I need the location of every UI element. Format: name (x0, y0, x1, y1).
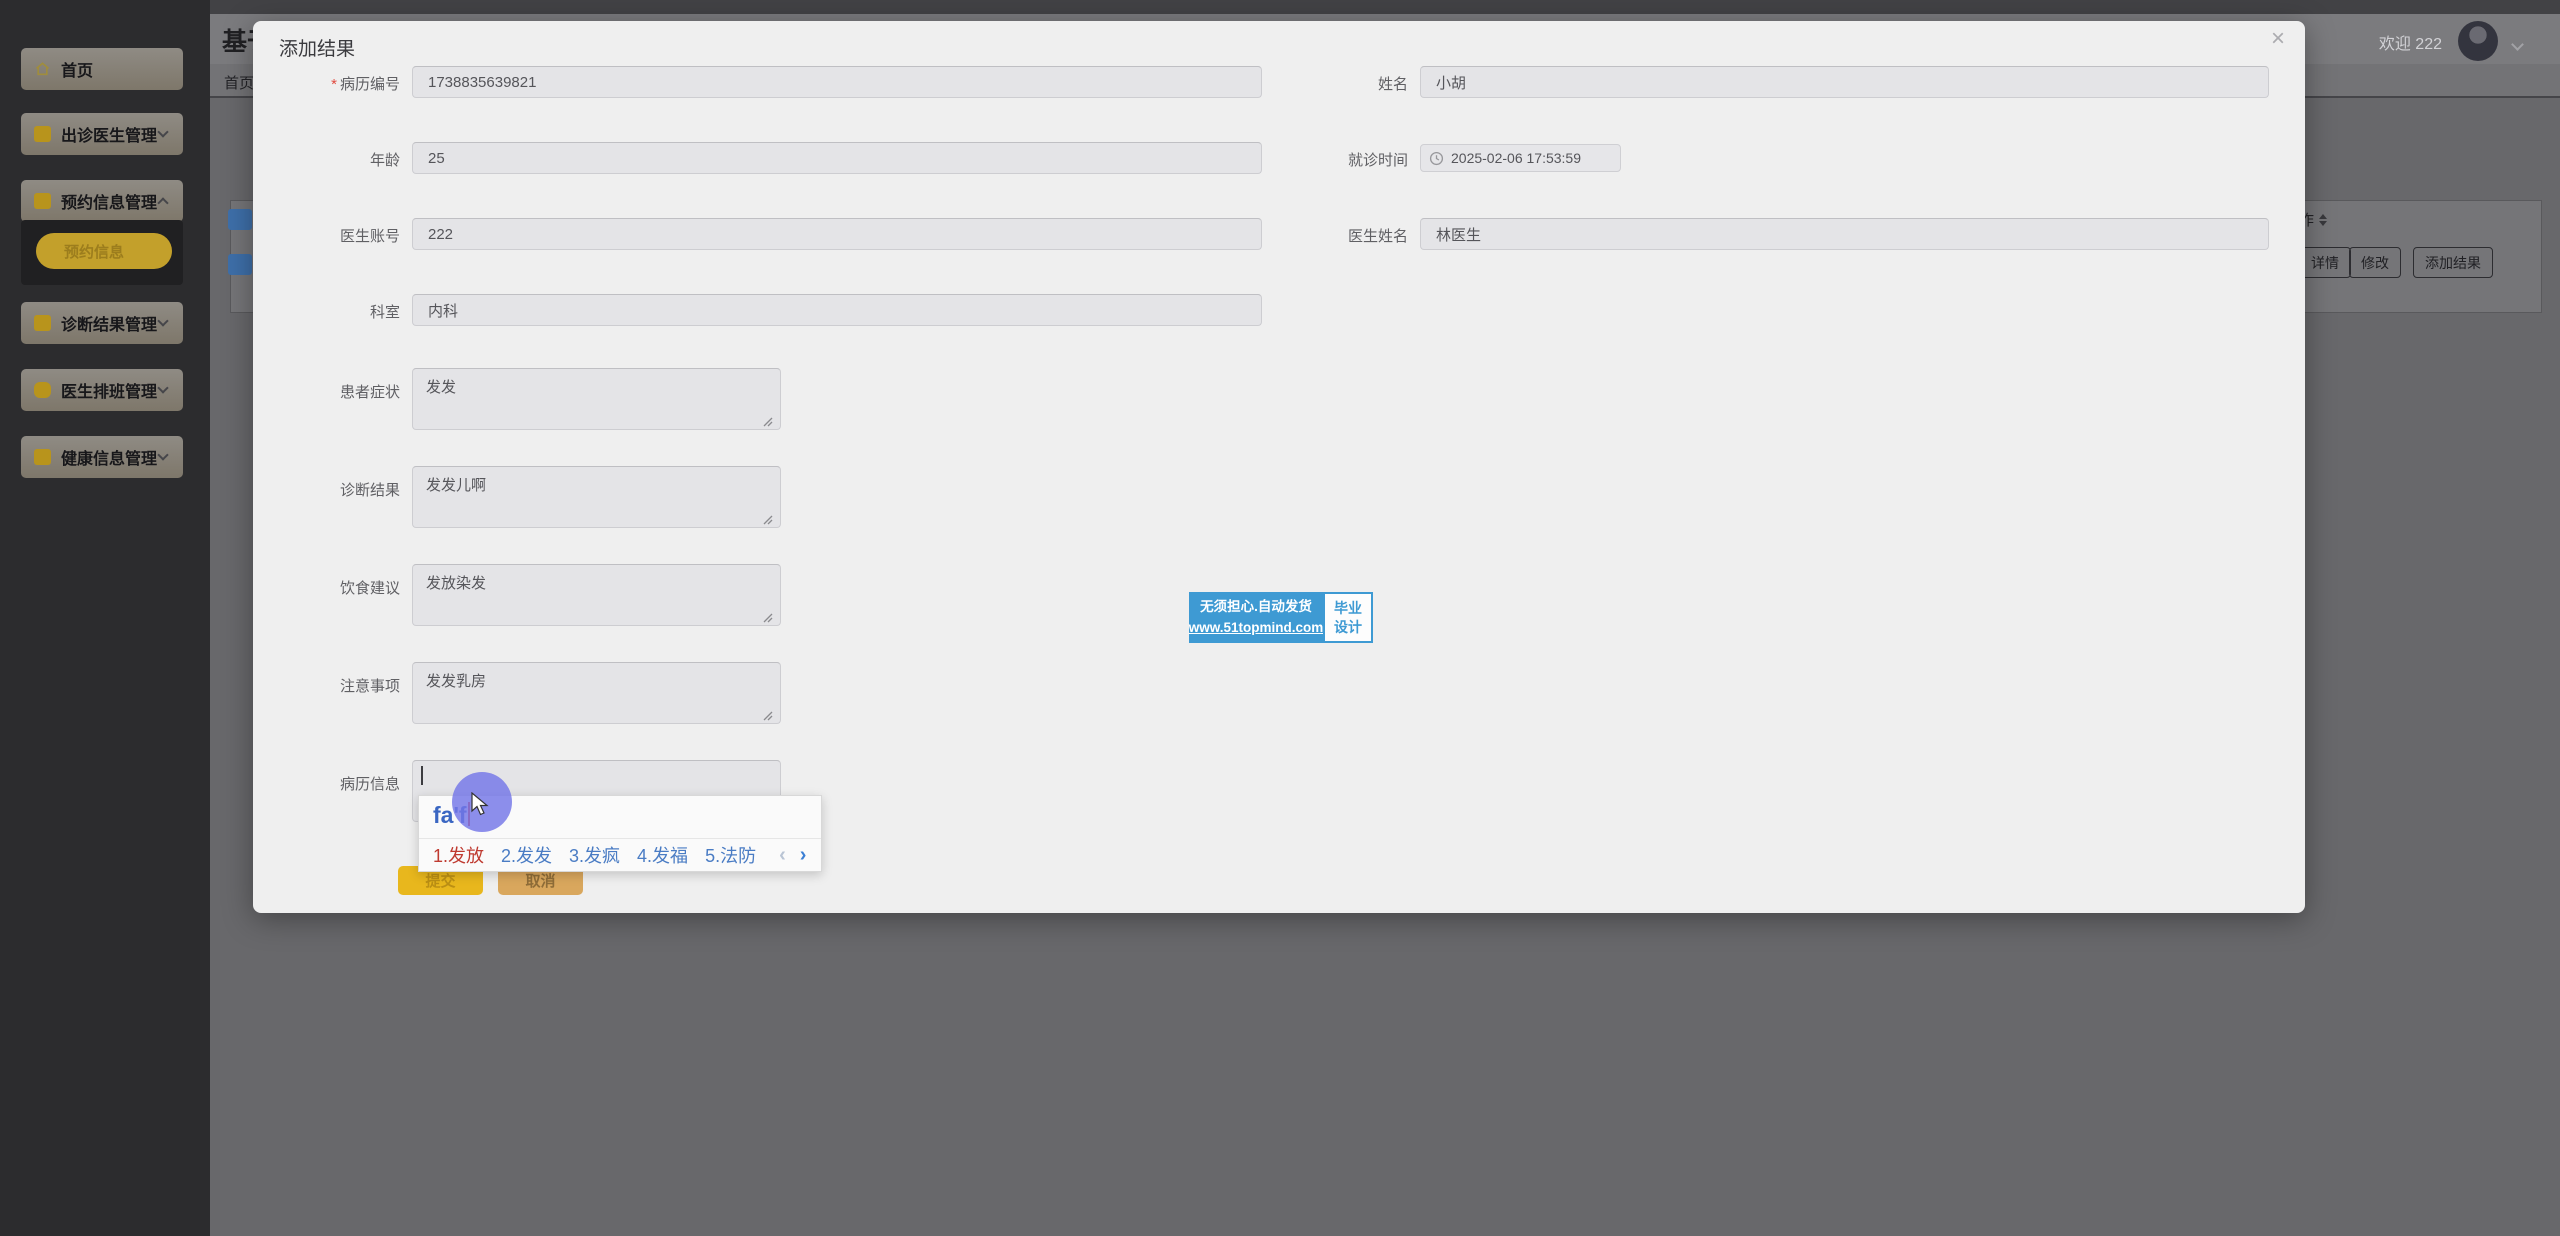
ime-caret (468, 802, 470, 826)
doctor-name-input[interactable] (1420, 218, 2269, 250)
modal-title: 添加结果 (279, 34, 355, 61)
name-label: 姓名 (1261, 73, 1408, 94)
resize-handle-icon[interactable] (761, 513, 773, 525)
table-icon-blue (228, 254, 252, 275)
chevron-down-icon[interactable] (2511, 38, 2524, 51)
ime-candidate[interactable]: 2.发发 (501, 842, 552, 868)
detail-button[interactable]: 详情 (2299, 247, 2351, 278)
diet-textarea[interactable]: 发放染发 (412, 564, 781, 626)
text-cursor (421, 766, 423, 785)
ime-candidate[interactable]: 5.法防 (705, 842, 756, 868)
sidebar-item-home[interactable]: 首页 (21, 48, 183, 90)
chevron-down-icon (157, 382, 168, 393)
tab-home[interactable]: 首页 (224, 72, 254, 93)
ime-panel: fa'f 1.发放 2.发发 3.发疯 4.发福 5.法防 ‹ › (418, 795, 822, 872)
book-icon (34, 315, 51, 331)
sort-icon[interactable] (2319, 214, 2327, 226)
resize-handle-icon[interactable] (761, 709, 773, 721)
resize-handle-icon[interactable] (761, 415, 773, 427)
watermark-badge: 毕业 设计 (1323, 592, 1373, 643)
doctor-name-label: 医生姓名 (1261, 225, 1408, 246)
table-icon-blue (228, 209, 252, 230)
book-icon (34, 449, 51, 465)
sidebar: 首页 出诊医生管理 预约信息管理 预约信息 诊断结果管理 医生排班管理 健康信息… (0, 0, 210, 1236)
edit-button[interactable]: 修改 (2349, 247, 2401, 278)
avatar[interactable] (2458, 21, 2498, 61)
top-strip (210, 0, 2560, 14)
sidebar-item-health-mgmt[interactable]: 健康信息管理 (21, 436, 183, 478)
case-no-label: *病历编号 (253, 73, 400, 94)
visit-time-label: 就诊时间 (1261, 149, 1408, 170)
ime-pagination: ‹ › (779, 844, 806, 867)
ime-candidate[interactable]: 4.发福 (637, 842, 688, 868)
ime-composition: fa'f (433, 802, 470, 829)
add-result-button[interactable]: 添加结果 (2413, 247, 2493, 278)
sidebar-item-doctor-mgmt[interactable]: 出诊医生管理 (21, 113, 183, 155)
close-icon[interactable]: × (2271, 27, 2285, 51)
diet-label: 饮食建议 (253, 577, 400, 598)
sidebar-item-diagnosis-mgmt[interactable]: 诊断结果管理 (21, 302, 183, 344)
name-input[interactable] (1420, 66, 2269, 98)
symptoms-label: 患者症状 (253, 381, 400, 402)
folder-icon (34, 126, 51, 142)
welcome-text: 欢迎 222 (2379, 30, 2442, 54)
diagnosis-textarea[interactable]: 发发儿啊 (412, 466, 781, 528)
clock-icon (1429, 151, 1444, 166)
age-input[interactable] (412, 142, 1262, 174)
page-prev-icon[interactable]: ‹ (779, 844, 786, 867)
sidebar-item-appointment-info[interactable]: 预约信息 (36, 233, 172, 269)
ime-candidate-list: 1.发放 2.发发 3.发疯 4.发福 5.法防 ‹ › (419, 838, 821, 871)
symptoms-textarea[interactable]: 发发 (412, 368, 781, 430)
add-result-modal: 添加结果 × *病历编号 姓名 年龄 就诊时间 2025-02-06 17:53… (253, 21, 2305, 913)
chevron-down-icon (157, 315, 168, 326)
age-label: 年龄 (253, 149, 400, 170)
doctor-account-input[interactable] (412, 218, 1262, 250)
department-label: 科室 (253, 301, 400, 322)
diagnosis-label: 诊断结果 (253, 479, 400, 500)
sidebar-item-appointment-mgmt[interactable]: 预约信息管理 (21, 180, 183, 222)
page-next-icon[interactable]: › (800, 844, 807, 867)
watermark-text: 无须担心.自动发货 www.51topmind.com (1189, 592, 1323, 643)
chevron-down-icon (157, 449, 168, 460)
chevron-down-icon (157, 126, 168, 137)
folder-icon (34, 193, 51, 209)
watermark: 无须担心.自动发货 www.51topmind.com 毕业 设计 (1189, 592, 1373, 643)
department-input[interactable] (412, 294, 1262, 326)
sidebar-submenu: 预约信息 (21, 220, 183, 285)
ime-candidate[interactable]: 1.发放 (433, 842, 484, 868)
notes-label: 注意事项 (253, 675, 400, 696)
resize-handle-icon[interactable] (761, 611, 773, 623)
visit-time-input[interactable]: 2025-02-06 17:53:59 (1420, 144, 1621, 172)
sidebar-item-schedule-mgmt[interactable]: 医生排班管理 (21, 369, 183, 411)
chevron-up-icon (157, 197, 168, 208)
doctor-account-label: 医生账号 (253, 225, 400, 246)
case-no-input[interactable] (412, 66, 1262, 98)
ime-candidate[interactable]: 3.发疯 (569, 842, 620, 868)
record-label: 病历信息 (253, 773, 400, 794)
home-icon (34, 61, 51, 77)
badge-icon (34, 382, 51, 398)
notes-textarea[interactable]: 发发乳房 (412, 662, 781, 724)
